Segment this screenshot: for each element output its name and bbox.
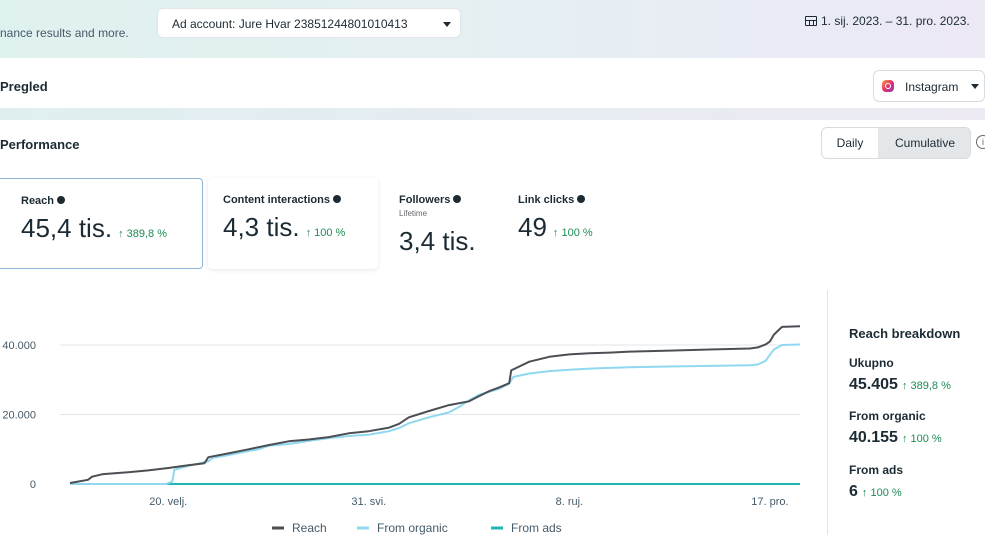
metric-delta: ↑ 100 % [305,227,346,239]
performance-title: Performance [0,137,80,152]
cumulative-toggle-button[interactable]: Cumulative [878,128,970,158]
page-title: Pregled [0,79,48,94]
metric-card-content-interactions[interactable]: Content interactions 4,3 tis. ↑ 100 % [208,178,378,269]
header-description: nance results and more. [0,26,129,40]
breakdown-delta-organic: ↑ 100 % [901,433,942,445]
x-tick-label: 20. velj. [149,496,187,508]
legend-label: Reach [292,521,327,535]
platform-dropdown[interactable]: Instagram [873,70,985,102]
metric-card-link-clicks[interactable]: Link clicks 49 ↑ 100 % [503,178,653,269]
chevron-down-icon [443,22,451,27]
x-tick-label: 17. pro. [751,496,788,508]
reach-line-chart: 0 20.000 40.000 20. velj. 31. svi. 8. ruj. 17.… [2,325,801,535]
x-tick-label: 31. svi. [351,496,386,508]
breakdown-label-total: Ukupno [849,356,894,370]
info-icon[interactable]: i [976,135,985,149]
instagram-icon [882,80,894,92]
daily-toggle-button[interactable]: Daily [822,128,878,158]
breakdown-value-ads: 6 [849,483,858,500]
breakdown-divider [827,290,828,535]
metric-label: Followers [399,194,451,206]
breakdown-value-total: 45.405 [849,376,898,393]
metric-value: 4,3 tis. [223,212,300,242]
ad-account-label: Ad account: Jure Hvar 23851244801010413 [172,17,408,31]
breakdown-delta-total: ↑ 389,8 % [901,380,951,392]
top-bar: nance results and more. Ad account: Jure… [0,0,985,58]
legend-label: From ads [511,521,562,535]
date-range-label: 1. sij. 2023. – 31. pro. 2023. [821,14,970,28]
metric-sublabel: Lifetime [399,209,428,218]
calendar-icon [805,16,817,26]
platform-label: Instagram [905,80,959,94]
metric-value: 3,4 tis. [399,226,476,256]
metric-value: 49 [518,212,547,242]
legend-label: From organic [377,521,448,535]
chevron-down-icon [971,84,979,89]
y-tick-label: 0 [30,479,36,491]
x-tick-label: 8. ruj. [556,496,584,508]
ad-account-dropdown[interactable]: Ad account: Jure Hvar 23851244801010413 [157,8,461,38]
metric-delta: ↑ 100 % [552,227,593,239]
breakdown-value-organic: 40.155 [849,429,898,446]
series-line-reach [69,325,801,484]
metric-value: 45,4 tis. [21,213,113,243]
metric-label: Content interactions [223,194,330,206]
date-range-picker[interactable]: 1. sij. 2023. – 31. pro. 2023. [805,14,970,28]
breakdown-title: Reach breakdown [849,326,961,341]
overview-section [0,58,985,108]
info-icon[interactable] [332,195,341,203]
view-toggle: Daily Cumulative [821,127,971,159]
metric-card-followers[interactable]: Followers Lifetime 3,4 tis. [384,178,496,269]
breakdown-delta-ads: ↑ 100 % [861,487,902,499]
info-icon[interactable] [57,196,66,204]
breakdown-label-organic: From organic [849,409,926,423]
y-tick-label: 40.000 [2,340,36,352]
info-icon[interactable] [577,195,586,203]
metric-card-reach[interactable]: Reach 45,4 tis. ↑ 389,8 % [0,178,203,269]
y-tick-label: 20.000 [2,410,36,422]
info-icon[interactable] [453,195,462,203]
metric-delta: ↑ 389,8 % [118,228,167,240]
metric-label: Link clicks [518,194,575,206]
breakdown-label-ads: From ads [849,463,904,477]
metric-label: Reach [21,195,55,207]
section-divider [0,108,985,120]
